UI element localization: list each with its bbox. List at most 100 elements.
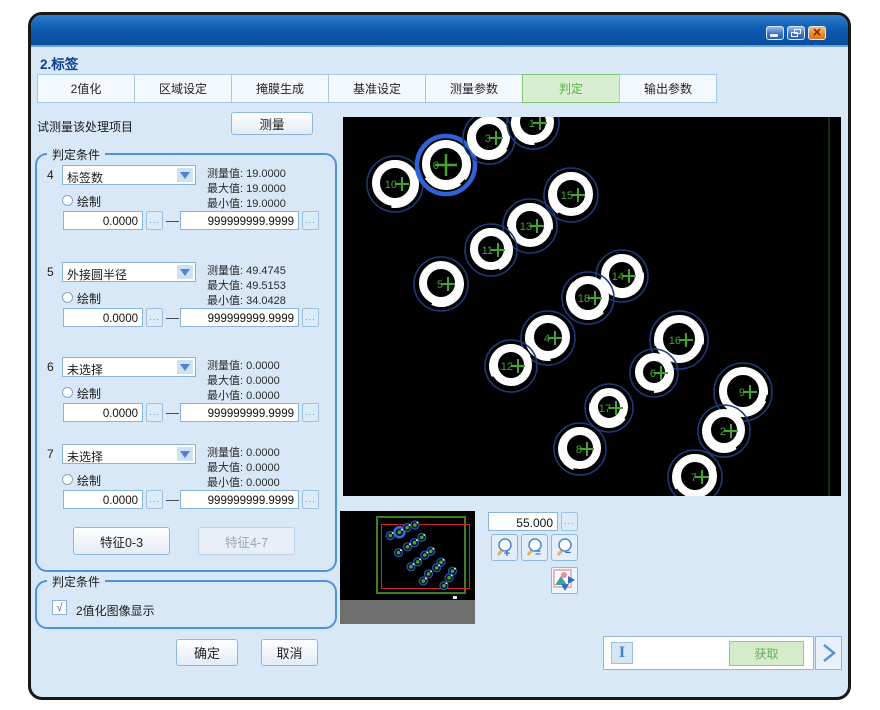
upper-limit-input-7[interactable]	[180, 490, 299, 509]
upper-limit-input-4[interactable]	[180, 211, 299, 230]
zoom-reset-button[interactable]: =	[521, 534, 548, 561]
svg-text:5: 5	[437, 279, 443, 291]
blob-10: 10	[367, 156, 423, 212]
acquire-bar: I 获取	[603, 636, 814, 670]
feature-select-6-value: 未选择	[67, 361, 103, 378]
upper-limit-input-5[interactable]	[180, 308, 299, 327]
lower-limit-input-7[interactable]	[63, 490, 143, 509]
tab-reference[interactable]: 基准设定	[328, 74, 426, 103]
svg-text:0: 0	[433, 160, 439, 172]
measure-button[interactable]: 测量	[231, 112, 313, 135]
tab-measure-params[interactable]: 测量参数	[425, 74, 523, 103]
lower-limit-more-button[interactable]: ...	[146, 403, 163, 422]
svg-text:18: 18	[578, 293, 590, 305]
feature-select-4-value: 标签数	[67, 169, 103, 186]
blob-8: 8	[554, 423, 606, 475]
restore-button[interactable]	[787, 26, 805, 40]
max-value: 最大值: 49.5153	[207, 279, 286, 294]
lower-limit-input-4[interactable]	[63, 211, 143, 230]
image-switch-button[interactable]	[551, 567, 578, 594]
blob-17: 17	[585, 384, 633, 432]
acquire-button[interactable]: 获取	[729, 641, 804, 666]
feature-select-4[interactable]: 标签数	[62, 165, 196, 185]
svg-text:17: 17	[599, 403, 611, 415]
draw-radio-label: 绘制	[77, 290, 101, 307]
chevron-down-icon[interactable]	[176, 446, 194, 462]
dialog-window: ✕ 2.标签 2值化 区域设定 掩膜生成 基准设定 测量参数 判定 输出参数 试…	[28, 12, 851, 700]
tab-judge[interactable]: 判定	[522, 74, 620, 103]
svg-text:−: −	[565, 547, 571, 558]
ok-button[interactable]: 确定	[176, 639, 238, 666]
judge-item-6: 6 未选择 测量值: 0.0000 最大值: 0.0000 最小值: 0.000…	[35, 357, 337, 457]
measured-value: 测量值: 19.0000	[207, 167, 286, 182]
svg-text:6: 6	[650, 368, 656, 380]
lower-limit-input-5[interactable]	[63, 308, 143, 327]
navigator-thumbnail[interactable]	[340, 511, 475, 624]
max-value: 最大值: 0.0000	[207, 461, 280, 476]
lower-limit-more-button[interactable]: ...	[146, 211, 163, 230]
title-bar: ✕	[31, 15, 848, 47]
tab-mask[interactable]: 掩膜生成	[231, 74, 329, 103]
zoom-percent-input[interactable]	[488, 512, 558, 531]
range-dash: —	[166, 405, 179, 420]
upper-limit-more-button[interactable]: ...	[302, 403, 319, 422]
draw-radio-label: 绘制	[77, 385, 101, 402]
draw-radio-5[interactable]	[62, 292, 73, 303]
measured-value: 测量值: 49.4745	[207, 264, 286, 279]
chevron-down-icon[interactable]	[176, 167, 194, 183]
lower-limit-input-6[interactable]	[63, 403, 143, 422]
feature-select-7-value: 未选择	[67, 448, 103, 465]
upper-limit-input-6[interactable]	[180, 403, 299, 422]
draw-radio-6[interactable]	[62, 387, 73, 398]
lower-limit-more-button[interactable]: ...	[146, 490, 163, 509]
upper-limit-more-button[interactable]: ...	[302, 490, 319, 509]
chevron-down-icon[interactable]	[176, 359, 194, 375]
lower-limit-more-button[interactable]: ...	[146, 308, 163, 327]
minimize-button[interactable]	[766, 26, 784, 40]
image-switch-icon	[553, 569, 576, 592]
feature-4-7-button[interactable]: 特征4-7	[198, 527, 295, 555]
chevron-down-icon[interactable]	[176, 264, 194, 280]
upper-limit-more-button[interactable]: ...	[302, 308, 319, 327]
binary-display-checkbox[interactable]: √	[52, 600, 67, 615]
test-measure-label: 试测量该处理项目	[37, 118, 133, 135]
min-value: 最小值: 0.0000	[207, 476, 280, 491]
next-button[interactable]	[815, 636, 842, 670]
judge-item-5: 5 外接圆半径 测量值: 49.4745 最大值: 49.5153 最小值: 3…	[35, 262, 337, 362]
thumbnail-gray-area	[340, 600, 475, 624]
min-value: 最小值: 19.0000	[207, 197, 286, 212]
draw-radio-4[interactable]	[62, 195, 73, 206]
max-value: 最大值: 19.0000	[207, 182, 286, 197]
feature-select-5[interactable]: 外接圆半径	[62, 262, 196, 282]
tab-region[interactable]: 区域设定	[134, 74, 232, 103]
blob-18: 18	[561, 271, 615, 325]
display-group-title: 判定条件	[47, 573, 105, 590]
tab-binarize[interactable]: 2值化	[37, 74, 135, 103]
min-value: 最小值: 34.0428	[207, 294, 286, 309]
blob-5: 5	[414, 257, 468, 311]
svg-text:9: 9	[739, 387, 745, 399]
draw-radio-7[interactable]	[62, 474, 73, 485]
close-button[interactable]: ✕	[808, 26, 826, 40]
feature-select-7[interactable]: 未选择	[62, 444, 196, 464]
feature-0-3-button[interactable]: 特征0-3	[73, 527, 170, 555]
zoom-in-button[interactable]: +	[491, 534, 518, 561]
judge-group-title: 判定条件	[47, 146, 105, 163]
page-title: 2.标签	[40, 53, 78, 73]
blob-15: 15	[542, 166, 600, 224]
svg-text:14: 14	[612, 271, 624, 283]
item-number: 7	[47, 447, 54, 461]
blob-6: 6	[629, 348, 678, 397]
magnifier-minus-icon: −	[554, 537, 575, 558]
feature-select-6[interactable]: 未选择	[62, 357, 196, 377]
tab-output-params[interactable]: 输出参数	[619, 74, 717, 103]
min-value: 最小值: 0.0000	[207, 389, 280, 404]
upper-limit-more-button[interactable]: ...	[302, 211, 319, 230]
camera-image-viewer[interactable]: 1003115131151418412166917287	[343, 117, 841, 496]
cancel-button[interactable]: 取消	[261, 639, 318, 666]
svg-text:1: 1	[529, 118, 535, 130]
zoom-more-button[interactable]: ...	[561, 512, 578, 531]
zoom-out-button[interactable]: −	[551, 534, 578, 561]
range-dash: —	[166, 310, 179, 325]
close-icon: ✕	[809, 26, 825, 39]
